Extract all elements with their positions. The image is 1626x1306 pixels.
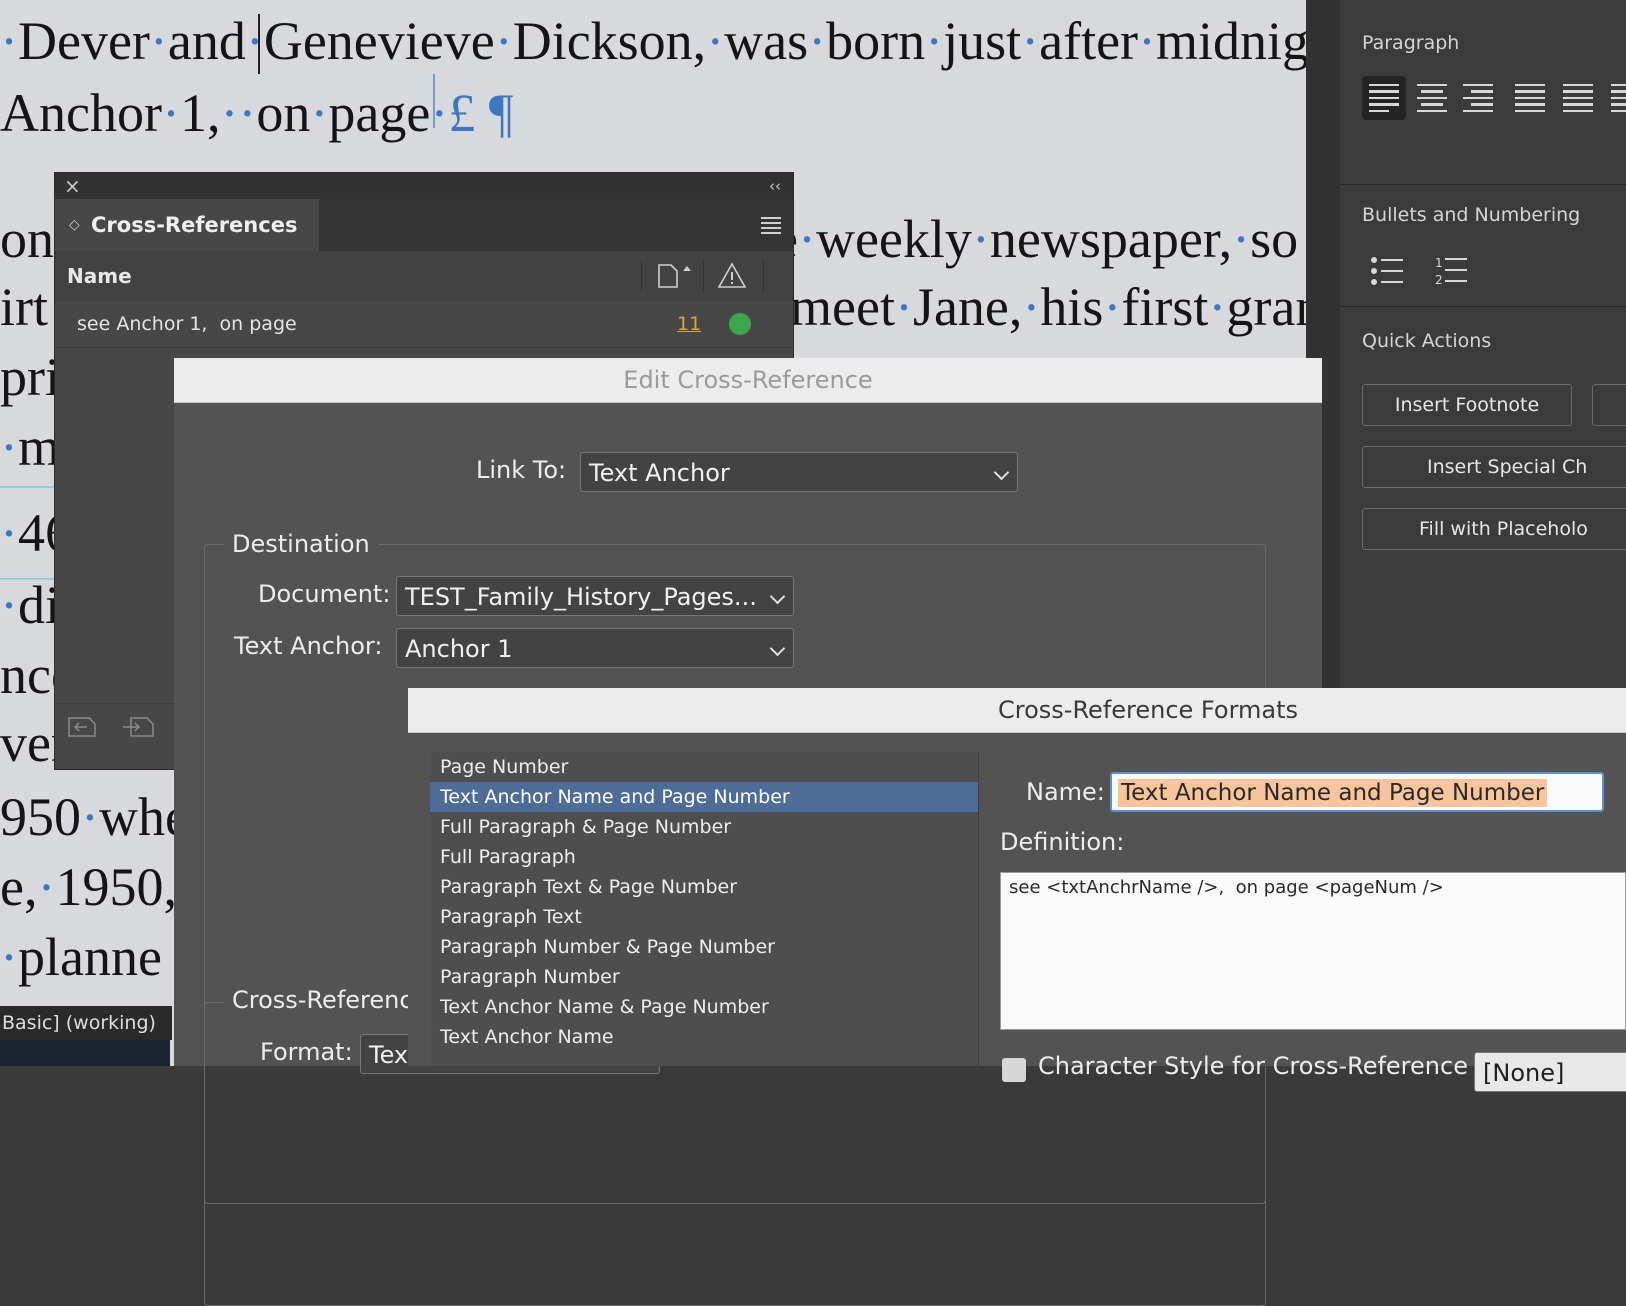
list-item[interactable]: Text Anchor Name & Page Number [430,992,978,1022]
status-bar-label: Basic] (working) [0,1006,172,1040]
page-sort-icon[interactable] [655,261,699,291]
list-header: Name [55,251,793,302]
paragraph-section-title: Paragraph [1362,32,1460,54]
text-fragment[interactable]: ·di [0,578,60,632]
text-line-2[interactable]: Anchor·1,··on·page·£ ¶ [0,86,513,140]
dialog-title: Cross-Reference Formats [408,688,1626,733]
collapse-icon[interactable]: ‹‹ [769,173,781,199]
section-divider [1340,184,1626,185]
align-center-button[interactable] [1410,76,1454,120]
tab-label: Cross-References [91,213,298,237]
justify-left-button[interactable] [1508,76,1552,120]
chevron-down-icon [769,588,786,605]
status-bar-strip [0,1040,170,1066]
list-item[interactable]: Page Number [430,752,978,782]
list-item[interactable]: Paragraph Number [430,962,978,992]
quick-action-button[interactable] [1592,384,1626,426]
character-style-dropdown[interactable]: [None] [1474,1052,1626,1092]
page-link[interactable]: 11 [677,301,701,347]
format-name-input[interactable]: Text Anchor Name and Page Number [1110,772,1604,812]
format-label: Format: [260,1038,353,1066]
document-dropdown[interactable]: TEST_Family_History_Pages... [396,576,794,616]
text-line-1[interactable]: ·Dever·and·Genevieve·Dickson,·was·born·j… [0,14,1306,68]
text-line-right-1[interactable]: e·weekly·newspaper,·so [774,212,1298,266]
justify-all-button[interactable] [1604,76,1626,120]
close-icon[interactable]: × [64,173,81,199]
go-to-destination-icon[interactable] [121,714,155,740]
anchor-marker: £ ¶ [448,83,514,143]
text-line-right-2[interactable]: meet·Jane,·his·first·gran [790,280,1306,334]
go-to-source-icon[interactable] [67,714,101,740]
chevron-down-icon [769,640,786,657]
text-fragment[interactable]: irt [0,280,48,334]
list-item[interactable]: Full Paragraph & Page Number [430,812,978,842]
bulleted-list-icon[interactable] [1370,256,1404,286]
format-name-selection: Text Anchor Name and Page Number [1118,779,1548,807]
fill-with-placeholder-button[interactable]: Fill with Placeholo [1362,508,1626,550]
cross-reference-format-label: Cross-Referenc [224,986,421,1014]
list-item[interactable]: Paragraph Text & Page Number [430,872,978,902]
cross-reference-formats-dialog: Cross-Reference Formats Page Number Text… [408,688,1626,1092]
section-divider [1340,306,1626,307]
definition-text: see <txtAnchrName />, on page <pageNum /… [1009,877,1444,898]
name-label: Name: [1026,778,1105,806]
tab-bar [319,199,793,251]
status-indicator [729,313,751,335]
definition-label: Definition: [1000,828,1125,856]
panel-titlebar[interactable]: × ‹‹ [55,173,793,199]
character-style-label: Character Style for Cross-Reference [1038,1052,1468,1080]
align-left-button[interactable] [1362,76,1406,120]
tab-toggle-icon: ◇ [69,217,80,233]
panel-menu-icon[interactable] [761,217,781,234]
svg-text:1: 1 [1435,256,1443,270]
definition-textarea[interactable]: see <txtAnchrName />, on page <pageNum /… [1000,872,1626,1030]
text-fragment[interactable]: 950·whe [0,790,189,844]
bullets-section-title: Bullets and Numbering [1362,204,1581,226]
align-right-button[interactable] [1456,76,1500,120]
anchor-bracket [433,74,435,128]
justify-center-button[interactable] [1556,76,1600,120]
link-to-label: Link To: [476,456,567,484]
numbered-list-icon[interactable]: 1 2 [1434,254,1468,288]
character-style-checkbox[interactable] [1002,1058,1026,1082]
text-cursor [258,14,260,74]
list-item[interactable]: Paragraph Number & Page Number [430,932,978,962]
list-item-selected[interactable]: Text Anchor Name and Page Number [430,782,978,812]
list-item[interactable]: Paragraph Text [430,902,978,932]
svg-text:2: 2 [1435,273,1443,287]
insert-footnote-button[interactable]: Insert Footnote [1362,384,1572,426]
quick-actions-title: Quick Actions [1362,330,1492,352]
destination-label: Destination [224,530,378,558]
list-item[interactable]: Full Paragraph [430,842,978,872]
insert-special-character-button[interactable]: Insert Special Ch [1362,446,1626,488]
text-fragment[interactable]: ·planne [0,930,162,984]
warning-icon[interactable] [717,261,747,291]
text-fragment[interactable]: pri [0,350,60,404]
text-anchor-label: Text Anchor: [234,632,383,660]
formats-list: Page Number Text Anchor Name and Page Nu… [430,752,979,1066]
dialog-title: Edit Cross-Reference [174,358,1322,403]
name-column-header[interactable]: Name [67,251,132,301]
row-name: see Anchor 1, on page [77,313,297,335]
list-item[interactable]: Text Anchor Name [430,1022,978,1052]
chevron-down-icon [993,464,1010,481]
text-anchor-dropdown[interactable]: Anchor 1 [396,628,794,668]
cross-reference-row[interactable]: see Anchor 1, on page 11 [55,301,793,348]
link-to-dropdown[interactable]: Text Anchor [580,452,1018,492]
document-label: Document: [258,580,391,608]
tab-cross-references[interactable]: ◇ Cross-References [55,199,319,251]
